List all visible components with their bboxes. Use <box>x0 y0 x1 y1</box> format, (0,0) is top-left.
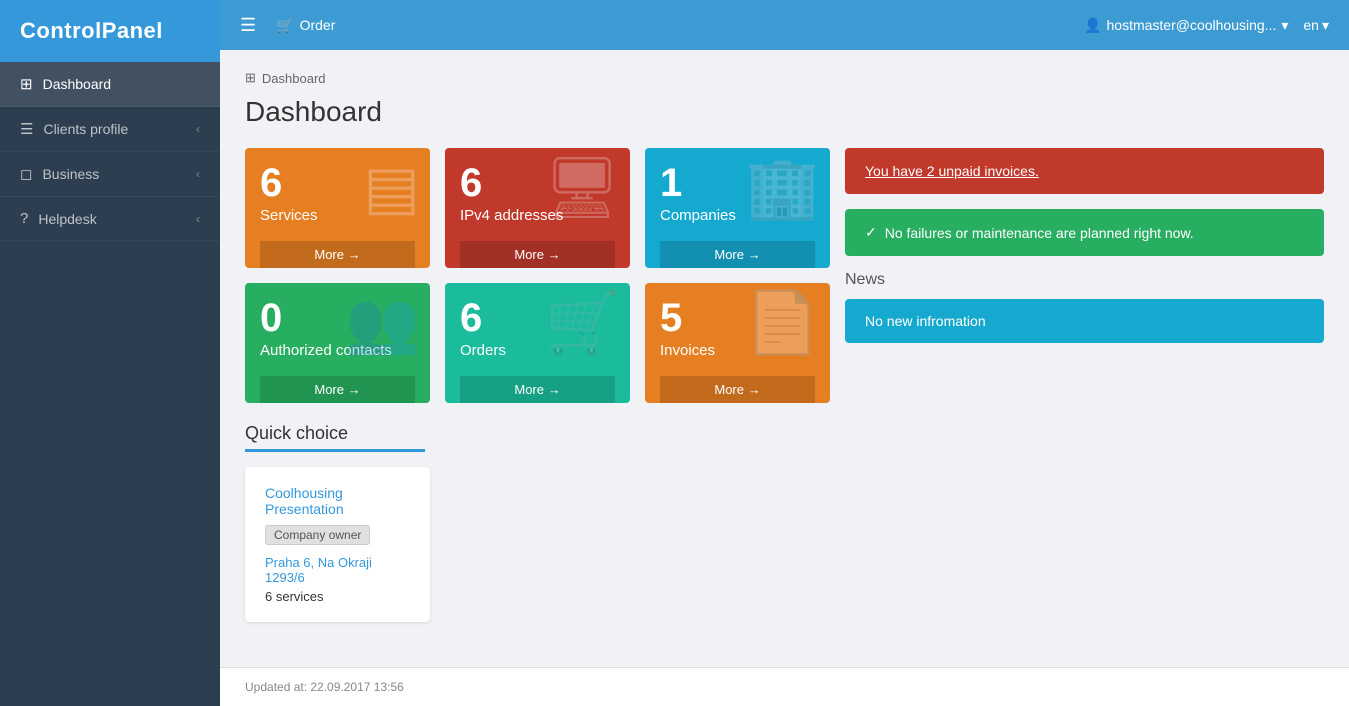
sidebar-label-clients: Clients profile <box>43 121 128 137</box>
chevron-icon-business: ‹ <box>196 167 200 181</box>
right-column: You have 2 unpaid invoices. ✓ No failure… <box>845 148 1324 403</box>
news-card: No new infromation <box>845 299 1324 343</box>
company-address: Praha 6, Na Okraji 1293/6 <box>265 555 410 585</box>
orders-bg-icon: 🛒 <box>545 293 620 353</box>
maintenance-alert: ✓ No failures or maintenance are planned… <box>845 209 1324 256</box>
chevron-icon: ‹ <box>196 122 200 136</box>
invoices-more[interactable]: More <box>660 376 815 403</box>
sidebar-label-dashboard: Dashboard <box>43 76 112 92</box>
main-content: ☰ 🛒 Order 👤 hostmaster@coolhousing... ▾ … <box>220 0 1349 706</box>
sidebar: ControlPanel ⊞ Dashboard ☰ Clients profi… <box>0 0 220 706</box>
services-bg-icon: ▤ <box>363 158 420 218</box>
user-chevron-icon: ▾ <box>1281 17 1288 34</box>
unpaid-invoices-link[interactable]: You have 2 unpaid invoices. <box>865 163 1039 179</box>
stat-card-invoices[interactable]: 5 Invoices 📄 More <box>645 283 830 403</box>
news-title: News <box>845 271 1324 289</box>
username: hostmaster@coolhousing... <box>1107 17 1277 33</box>
stat-card-ipv4[interactable]: 6 IPv4 addresses 🖥 More <box>445 148 630 268</box>
check-icon: ✓ <box>865 224 877 241</box>
unpaid-invoices-alert[interactable]: You have 2 unpaid invoices. <box>845 148 1324 194</box>
app-title: ControlPanel <box>0 0 220 62</box>
lang-chevron-icon: ▾ <box>1322 17 1329 34</box>
stat-card-authorized-contacts[interactable]: 0 Authorized contacts 👥 More <box>245 283 430 403</box>
stat-card-companies[interactable]: 1 Companies 🏢 More <box>645 148 830 268</box>
quick-choice-title: Quick choice <box>245 423 1324 444</box>
page-title: Dashboard <box>245 96 1324 128</box>
breadcrumb: ⊞ Dashboard <box>245 70 1324 86</box>
menu-icon[interactable]: ☰ <box>240 15 256 36</box>
news-section: News No new infromation <box>845 271 1324 343</box>
stat-card-orders[interactable]: 6 Orders 🛒 More <box>445 283 630 403</box>
ipv4-more[interactable]: More <box>460 241 615 268</box>
company-role-badge: Company owner <box>265 525 370 545</box>
companies-more[interactable]: More <box>660 241 815 268</box>
ipv4-bg-icon: 🖥 <box>544 158 620 218</box>
lang-selector[interactable]: en ▾ <box>1303 17 1329 34</box>
user-menu[interactable]: 👤 hostmaster@coolhousing... ▾ <box>1084 17 1288 34</box>
quick-choice-section: Quick choice Coolhousing Presentation Co… <box>245 423 1324 622</box>
maintenance-text: No failures or maintenance are planned r… <box>885 225 1194 241</box>
dashboard-grid: 6 Services ▤ More 6 IPv4 addresses 🖥 Mor… <box>245 148 1324 403</box>
quick-choice-card[interactable]: Coolhousing Presentation Company owner P… <box>245 467 430 622</box>
content-area: ⊞ Dashboard Dashboard 6 Services ▤ More … <box>220 50 1349 667</box>
orders-more[interactable]: More <box>460 376 615 403</box>
auth-contacts-bg-icon: 👥 <box>345 293 420 353</box>
lang-label: en <box>1303 17 1319 33</box>
services-more[interactable]: More <box>260 241 415 268</box>
stat-card-services[interactable]: 6 Services ▤ More <box>245 148 430 268</box>
sidebar-label-business: Business <box>42 166 99 182</box>
breadcrumb-label: Dashboard <box>262 71 326 86</box>
sidebar-label-helpdesk: Helpdesk <box>38 211 96 227</box>
company-services: 6 services <box>265 589 410 604</box>
sidebar-item-clients-profile[interactable]: ☰ Clients profile ‹ <box>0 107 220 152</box>
auth-contacts-more[interactable]: More <box>260 376 415 403</box>
business-icon: ◻ <box>20 165 32 183</box>
news-content: No new infromation <box>865 313 986 329</box>
breadcrumb-icon: ⊞ <box>245 70 256 86</box>
company-name: Coolhousing Presentation <box>265 485 410 517</box>
updated-at: Updated at: 22.09.2017 13:56 <box>245 680 404 694</box>
clients-icon: ☰ <box>20 120 33 138</box>
order-label: Order <box>300 17 336 33</box>
sidebar-item-helpdesk[interactable]: ? Helpdesk ‹ <box>0 197 220 241</box>
chevron-icon-helpdesk: ‹ <box>196 212 200 226</box>
footer: Updated at: 22.09.2017 13:56 <box>220 667 1349 706</box>
cart-icon: 🛒 <box>276 17 293 34</box>
topbar: ☰ 🛒 Order 👤 hostmaster@coolhousing... ▾ … <box>220 0 1349 50</box>
order-button[interactable]: 🛒 Order <box>276 17 335 34</box>
companies-bg-icon: 🏢 <box>745 158 820 218</box>
quick-choice-underline <box>245 449 425 452</box>
user-icon: 👤 <box>1084 17 1101 34</box>
invoices-bg-icon: 📄 <box>745 293 820 353</box>
sidebar-item-business[interactable]: ◻ Business ‹ <box>0 152 220 197</box>
helpdesk-icon: ? <box>20 210 28 227</box>
sidebar-item-dashboard[interactable]: ⊞ Dashboard <box>0 62 220 107</box>
dashboard-icon: ⊞ <box>20 75 33 93</box>
